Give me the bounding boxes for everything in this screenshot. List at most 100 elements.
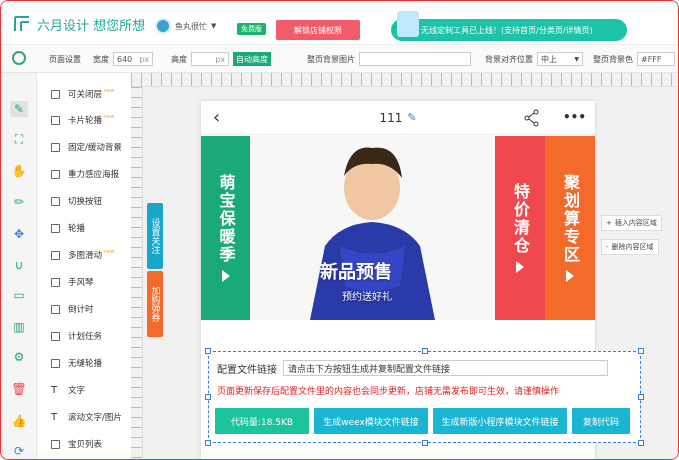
list-item[interactable]: 倒计时 (51, 300, 94, 318)
thumbs-up-icon[interactable]: 👍 (10, 413, 28, 429)
component-icon (51, 142, 60, 152)
list-item[interactable]: 固定/缓动背景 (51, 138, 122, 156)
user-name: 鱼丸很忙 (175, 21, 207, 31)
text-icon: T (51, 384, 58, 396)
unlock-button[interactable]: 解锁店铺权限 (276, 20, 360, 40)
promo-illustration-icon (397, 11, 419, 37)
gear-icon[interactable]: ⚙ (10, 349, 28, 365)
tool-icon-bar: ✎ ⛶ ✋ ✏ ✥ ∪ ▭ ▥ ⚙ 🗑 👍 ⟳ (1, 73, 37, 459)
edit-icon[interactable]: ✎ (10, 101, 28, 117)
magnet-icon[interactable]: ∪ (10, 257, 28, 273)
back-icon[interactable]: ‹ (213, 107, 220, 128)
page-title: 111 (379, 110, 403, 125)
component-icon (51, 358, 60, 368)
banner-subline: 预约送好礼 (342, 292, 392, 303)
resize-handle[interactable] (638, 348, 644, 354)
banner-left-panel[interactable]: 萌宝保暖季 (201, 136, 250, 320)
play-icon (566, 270, 574, 282)
component-list: 可关闭层 new 卡片轮播 new 固定/缓动背景 重力感应海报 切换按钮 轮播 多… (37, 73, 131, 459)
list-item[interactable]: T 滚动文字/图片 (51, 408, 122, 426)
code-size-button[interactable]: 代码量:18.5KB (215, 408, 309, 434)
crop-icon[interactable]: ⛶ (10, 131, 28, 147)
resize-handle[interactable] (205, 394, 211, 400)
auto-height-button[interactable]: 自动高度 (233, 52, 271, 66)
grid-icon[interactable]: ▥ (10, 319, 28, 335)
copy-code-button[interactable]: 复制代码 (572, 408, 630, 434)
bg-color-input[interactable]: #FFF (637, 52, 675, 66)
list-item[interactable]: 重力感应海报 (51, 165, 119, 183)
bg-image-input[interactable] (359, 52, 471, 66)
promo-text: 无线定制工具已上线！(支持首页/分类页/详情页) (421, 25, 593, 35)
resize-handle[interactable] (205, 348, 211, 354)
list-item[interactable]: 切换按钮 (51, 192, 102, 210)
bg-align-select[interactable]: 中上 ▼ (537, 52, 583, 66)
height-label: 高度 (171, 54, 187, 64)
list-item[interactable]: 计划任务 (51, 327, 102, 345)
resize-handle[interactable] (422, 440, 428, 446)
hand-icon[interactable]: ✋ (10, 163, 28, 179)
width-label: 宽度 (93, 54, 109, 64)
list-item[interactable]: 宝贝列表 (51, 435, 102, 453)
play-icon (221, 270, 230, 282)
logo-text: 六月设计 想您所想 (37, 18, 146, 34)
play-icon (516, 261, 524, 273)
chevron-down-icon: ▼ (211, 22, 217, 30)
list-item[interactable]: 无缝轮播 (51, 354, 102, 372)
page-settings-bar: 页面设置 宽度 640 px 高度 px 自动高度 整页背景图片 背景对齐位置 中… (1, 45, 678, 73)
component-icon (51, 89, 60, 99)
user-menu[interactable]: 鱼丸很忙 ▼ (155, 18, 216, 34)
insert-area-button[interactable]: + 插入内容区域 (601, 215, 662, 231)
bg-image-label: 整页背景图片 (307, 54, 355, 64)
banner-clearance-panel[interactable]: 特价清仓 (495, 136, 545, 320)
list-item[interactable]: T 文字 (51, 381, 85, 399)
hero-banner[interactable]: 萌宝保暖季 新品预售 预约送好礼 特价清仓 聚划算专区 (201, 136, 595, 320)
resize-handle[interactable] (205, 440, 211, 446)
scroll-text-icon: T (51, 411, 58, 423)
pencil-icon[interactable]: ✎ (407, 111, 416, 124)
follow-tag[interactable]: 设置关注 (147, 203, 163, 269)
refresh-icon[interactable]: ⟳ (10, 443, 28, 459)
list-item[interactable]: 多图滑动 new (51, 246, 114, 264)
promo-banner[interactable]: 无线定制工具已上线！(支持首页/分类页/详情页) (391, 19, 627, 41)
config-warning: 页面更新保存后配置文件里的内容也会同步更新，店铺无需发布即可生效，请谨慎操作 (217, 387, 560, 397)
weex-link-button[interactable]: 生成weex模块文件链接 (314, 408, 428, 434)
share-icon[interactable] (523, 109, 541, 127)
list-item[interactable]: 轮播 (51, 219, 85, 237)
pencil-icon[interactable]: ✏ (10, 194, 28, 210)
banner-juhuasuan-panel[interactable]: 聚划算专区 (545, 136, 595, 320)
config-link-input[interactable]: 请点击下方按钮生成并复制配置文件链接 (283, 360, 608, 376)
component-icon (51, 115, 60, 125)
trash-icon[interactable]: 🗑 (10, 381, 28, 397)
page-settings-label: 页面设置 (49, 54, 81, 64)
cart-coupon-tag[interactable]: 加购弹券 (147, 271, 163, 337)
move-icon[interactable]: ✥ (10, 226, 28, 242)
list-item[interactable]: 手风琴 (51, 273, 94, 291)
list-item[interactable]: 卡片轮播 new (51, 111, 114, 129)
height-input[interactable]: px (191, 52, 229, 66)
horizontal-ruler (131, 73, 678, 87)
component-icon (51, 250, 60, 260)
component-icon (51, 196, 60, 206)
config-label: 配置文件链接 (217, 364, 277, 376)
resize-handle[interactable] (638, 394, 644, 400)
avatar (155, 18, 171, 34)
ruler-icon[interactable]: ▭ (10, 287, 28, 303)
config-panel: 配置文件链接 请点击下方按钮生成并复制配置文件链接 页面更新保存后配置文件里的内… (205, 348, 644, 446)
plus-icon: + (606, 219, 612, 227)
component-icon (51, 304, 60, 314)
gear-icon[interactable] (12, 51, 26, 65)
component-icon (51, 277, 60, 287)
delete-area-button[interactable]: - 删除内容区域 (601, 239, 659, 255)
bg-color-label: 整页背景色 (593, 54, 633, 64)
resize-handle[interactable] (422, 348, 428, 354)
miniprogram-link-button[interactable]: 生成新版小程序模块文件链接 (433, 408, 567, 434)
component-icon (51, 439, 60, 449)
list-item[interactable]: 可关闭层 new (51, 85, 114, 103)
vertical-ruler (131, 87, 143, 459)
width-input[interactable]: 640 px (113, 52, 153, 66)
logo[interactable]: 六月设计 想您所想 (11, 13, 145, 35)
minus-icon: - (606, 243, 609, 251)
app-window: 六月设计 想您所想 鱼丸很忙 ▼ 免费版 解锁店铺权限 无线定制工具已上线！(支… (0, 0, 679, 460)
resize-handle[interactable] (638, 440, 644, 446)
more-icon[interactable]: ••• (563, 110, 586, 124)
